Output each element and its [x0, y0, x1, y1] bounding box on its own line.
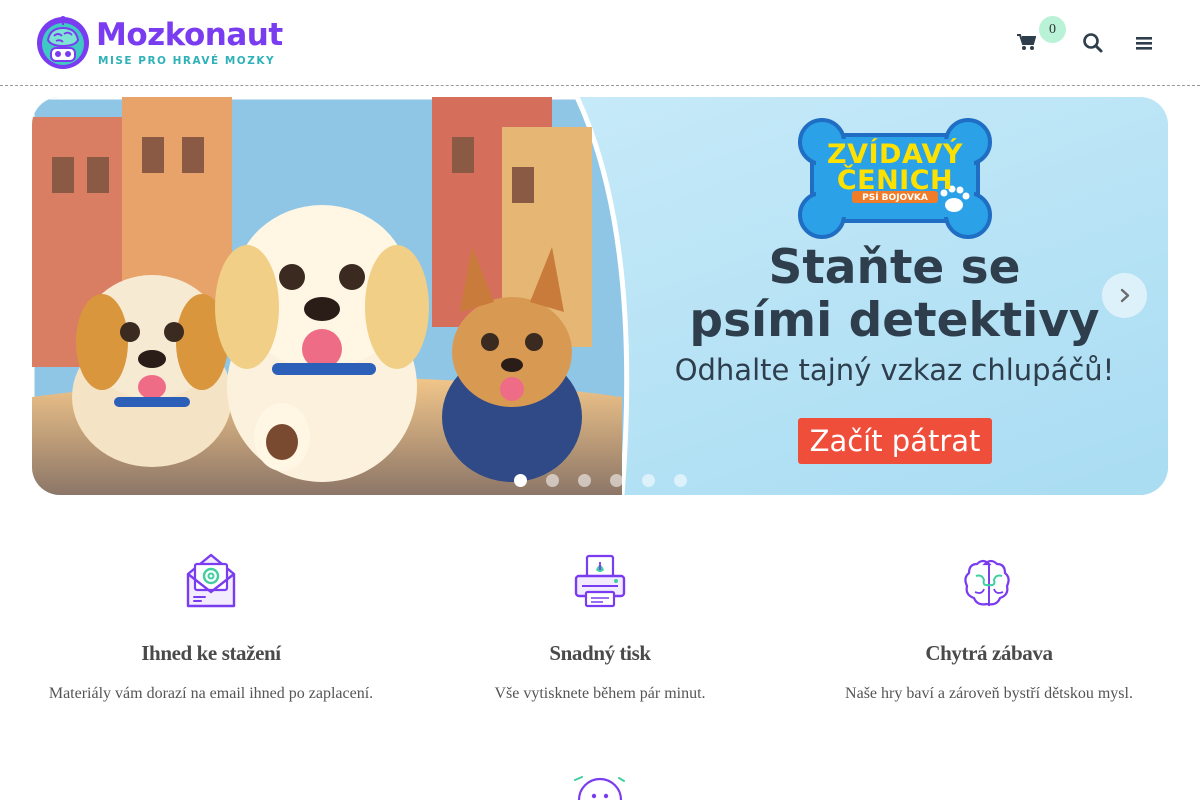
slider-dot-3[interactable]: [578, 474, 591, 487]
printer-icon: [574, 554, 626, 608]
slide-badge-subtitle: PSÍ BOJOVKA: [862, 193, 928, 203]
slider-dot-1[interactable]: [514, 474, 527, 487]
cart-count-badge: 0: [1039, 16, 1066, 43]
slide-headline-line1: Staňte se: [768, 240, 1021, 295]
chevron-right-icon: [1120, 288, 1130, 303]
slider-dot-5[interactable]: [642, 474, 655, 487]
slide-badge-title: ZVÍDAVÝ ČENICH: [827, 139, 963, 196]
email-download-icon: [186, 553, 236, 608]
slide-headline-line2: psími detektivy: [689, 293, 1100, 348]
hero-slider[interactable]: ZVÍDAVÝ ČENICH PSÍ BOJOVKA Staňte se psí…: [32, 97, 1168, 495]
menu-button[interactable]: [1131, 30, 1157, 56]
feature-title: Ihned ke stažení: [141, 641, 281, 665]
feature-text: Naše hry baví a zároveň bystří dětskou m…: [845, 685, 1133, 702]
smiley-icon: [574, 776, 625, 800]
brain-robot-logo-icon: [37, 16, 89, 69]
site-header: Mozkonaut MISE PRO HRAVÉ MOZKY 0: [0, 0, 1200, 86]
start-search-button[interactable]: Začít pátrat: [798, 418, 992, 464]
feature-title: Snadný tisk: [549, 641, 651, 665]
slider-dot-4[interactable]: [610, 474, 623, 487]
feature-title: Chytrá zábava: [925, 641, 1053, 665]
slider-next-button[interactable]: [1102, 273, 1147, 318]
hamburger-menu-icon: [1136, 37, 1152, 50]
feature-text: Vše vytisknete během pár minut.: [494, 685, 706, 702]
logo-name: Mozkonaut: [96, 17, 283, 53]
logo-tagline: MISE PRO HRAVÉ MOZKY: [98, 55, 276, 67]
slide-headline: Staňte se psími detektivy: [632, 241, 1157, 347]
site-logo[interactable]: Mozkonaut MISE PRO HRAVÉ MOZKY: [34, 14, 283, 72]
slider-dots: [514, 474, 694, 488]
search-button[interactable]: [1080, 30, 1106, 56]
feature-text: Materiály vám dorazí na email ihned po z…: [48, 685, 374, 702]
search-icon: [1083, 33, 1103, 53]
slider-dot-6[interactable]: [674, 474, 687, 487]
cart-icon: [1017, 34, 1036, 50]
brain-puzzle-icon: [964, 559, 1010, 606]
slide-subheadline: Odhalte tajný vzkaz chlupáčů!: [674, 353, 1115, 387]
slider-dot-2[interactable]: [546, 474, 559, 487]
